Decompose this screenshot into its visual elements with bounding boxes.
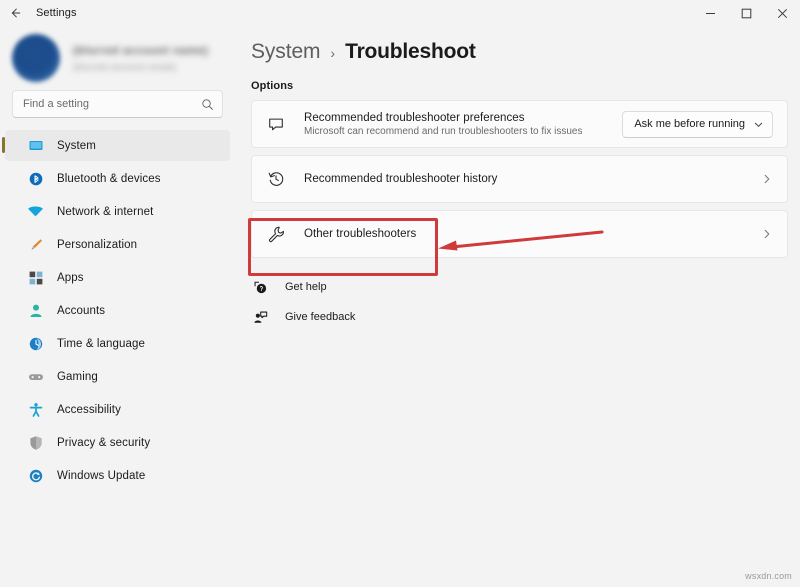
sidebar-item-accounts[interactable]: Accounts xyxy=(5,295,230,326)
window-controls xyxy=(692,0,800,26)
card-other-troubleshooters[interactable]: Other troubleshooters xyxy=(251,210,788,258)
search-icon xyxy=(201,98,214,111)
sidebar-item-label: Personalization xyxy=(57,239,137,251)
accessibility-icon xyxy=(27,401,44,418)
breadcrumb-parent[interactable]: System xyxy=(251,40,320,64)
breadcrumb: System › Troubleshoot xyxy=(251,40,788,64)
sidebar-item-label: Apps xyxy=(57,272,84,284)
sidebar-nav: System Bluetooth & devices Network xyxy=(0,130,235,491)
sidebar-item-apps[interactable]: Apps xyxy=(5,262,230,293)
sidebar-item-label: Bluetooth & devices xyxy=(57,173,161,185)
sidebar-item-label: Gaming xyxy=(57,371,98,383)
sidebar-item-personalization[interactable]: Personalization xyxy=(5,229,230,260)
search-box[interactable] xyxy=(12,90,223,118)
back-button[interactable] xyxy=(0,0,30,26)
feedback-person-icon xyxy=(251,308,269,326)
shield-icon xyxy=(27,434,44,451)
sidebar-item-bluetooth-devices[interactable]: Bluetooth & devices xyxy=(5,163,230,194)
sidebar-item-label: Windows Update xyxy=(57,470,145,482)
window-title: Settings xyxy=(36,7,77,19)
title-bar: Settings xyxy=(0,0,800,26)
chat-bubble-icon xyxy=(266,114,286,134)
update-icon xyxy=(27,467,44,484)
card-recommended-troubleshooter-history[interactable]: Recommended troubleshooter history xyxy=(251,155,788,203)
footer-link-label: Get help xyxy=(285,281,327,293)
chevron-down-icon xyxy=(753,119,764,130)
sidebar-item-label: Accounts xyxy=(57,305,105,317)
chevron-right-icon xyxy=(761,173,773,185)
card-title: Other troubleshooters xyxy=(304,228,761,240)
page-title: Troubleshoot xyxy=(345,40,476,64)
sidebar-item-system[interactable]: System xyxy=(5,130,230,161)
close-icon[interactable] xyxy=(764,0,800,26)
breadcrumb-separator: › xyxy=(330,45,335,61)
monitor-icon xyxy=(27,137,44,154)
paintbrush-icon xyxy=(27,236,44,253)
card-text: Recommended troubleshooter preferences M… xyxy=(304,112,622,137)
sidebar-item-label: Accessibility xyxy=(57,404,121,416)
sidebar-item-label: Time & language xyxy=(57,338,145,350)
sidebar-item-gaming[interactable]: Gaming xyxy=(5,361,230,392)
watermark: wsxdn.com xyxy=(745,571,792,581)
footer-link-label: Give feedback xyxy=(285,311,355,323)
wifi-icon xyxy=(27,203,44,220)
recommended-troubleshooter-preferences-dropdown[interactable]: Ask me before running xyxy=(622,111,773,138)
clock-globe-icon xyxy=(27,335,44,352)
search-input[interactable] xyxy=(23,98,201,110)
sidebar-item-windows-update[interactable]: Windows Update xyxy=(5,460,230,491)
sidebar-item-label: System xyxy=(57,140,96,152)
dropdown-selected-value: Ask me before running xyxy=(634,118,745,130)
avatar xyxy=(12,34,60,82)
section-label-options: Options xyxy=(251,80,788,92)
minimize-icon[interactable] xyxy=(692,0,728,26)
account-profile[interactable]: (blurred account name) (blurred account … xyxy=(0,26,235,88)
account-email: (blurred account email) xyxy=(73,62,208,72)
chevron-right-icon xyxy=(761,228,773,240)
sidebar-item-accessibility[interactable]: Accessibility xyxy=(5,394,230,425)
sidebar-item-label: Privacy & security xyxy=(57,437,150,449)
card-title: Recommended troubleshooter history xyxy=(304,173,761,185)
bluetooth-icon xyxy=(27,170,44,187)
card-text: Other troubleshooters xyxy=(304,228,761,240)
card-subtitle: Microsoft can recommend and run troubles… xyxy=(304,126,622,137)
help-question-icon xyxy=(251,278,269,296)
sidebar-item-network-internet[interactable]: Network & internet xyxy=(5,196,230,227)
sidebar: (blurred account name) (blurred account … xyxy=(0,26,235,587)
settings-window: Settings (blurred account name) (blurred… xyxy=(0,0,800,587)
maximize-icon[interactable] xyxy=(728,0,764,26)
main-content: System › Troubleshoot Options Recommende… xyxy=(235,26,800,587)
card-title: Recommended troubleshooter preferences xyxy=(304,112,622,124)
person-icon xyxy=(27,302,44,319)
account-details: (blurred account name) (blurred account … xyxy=(73,45,208,72)
footer-links: Get help Give feedback xyxy=(251,275,788,329)
get-help-link[interactable]: Get help xyxy=(251,275,788,299)
history-clock-icon xyxy=(266,169,286,189)
sidebar-item-label: Network & internet xyxy=(57,206,153,218)
card-recommended-troubleshooter-preferences[interactable]: Recommended troubleshooter preferences M… xyxy=(251,100,788,148)
apps-grid-icon xyxy=(27,269,44,286)
give-feedback-link[interactable]: Give feedback xyxy=(251,305,788,329)
sidebar-item-privacy-security[interactable]: Privacy & security xyxy=(5,427,230,458)
wrench-icon xyxy=(266,224,286,244)
gamepad-icon xyxy=(27,368,44,385)
card-text: Recommended troubleshooter history xyxy=(304,173,761,185)
sidebar-item-time-language[interactable]: Time & language xyxy=(5,328,230,359)
account-name: (blurred account name) xyxy=(73,45,208,57)
